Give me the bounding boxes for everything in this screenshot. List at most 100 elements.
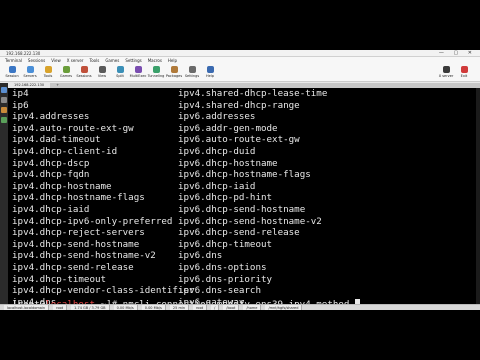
toolbar-label: Tools bbox=[43, 74, 53, 78]
toolbar-button-tunneling[interactable]: Tunneling bbox=[148, 64, 164, 82]
toolbar-button-tools[interactable]: Tools bbox=[40, 64, 56, 82]
completion-item: ipv6.dhcp-send-hostname-v2 bbox=[178, 215, 322, 227]
completion-item: ipv6.dhcp-send-release bbox=[178, 227, 300, 239]
toolbar-label: Packages bbox=[165, 74, 183, 78]
menu-macros[interactable]: Macros bbox=[148, 57, 162, 64]
exit-icon bbox=[460, 66, 468, 73]
window-controls[interactable]: — ▢ ✕ bbox=[439, 50, 476, 57]
toolbar-label: Tunneling bbox=[147, 74, 165, 78]
terminal-line: ipv4.auto-route-ext-gw ipv6.addr-gen-mode bbox=[12, 123, 472, 135]
xserver-icon bbox=[442, 66, 450, 73]
menu-xserver[interactable]: X server bbox=[67, 57, 84, 64]
completion-item: ipv4.shared-dhcp-lease-time bbox=[178, 88, 328, 99]
completion-item: ip4 bbox=[12, 88, 29, 99]
toolbar-button-servers[interactable]: Servers bbox=[22, 64, 38, 82]
terminal-app-window: 192.168.222.130 — ▢ ✕ Terminal Sessions … bbox=[0, 50, 480, 310]
terminal-line: ipv4.dhcp-ipv6-only-preferred ipv6.dhcp-s… bbox=[12, 216, 472, 228]
completion-item: ipv6.dhcp-iaid bbox=[178, 180, 256, 192]
status-item: 25 min bbox=[169, 305, 190, 310]
toolbar-label: Settings bbox=[184, 74, 200, 78]
terminal-output[interactable]: ip4 ipv4.shared-dhcp-lease-time ip6 ipv4.sh… bbox=[8, 88, 476, 310]
status-item: root bbox=[193, 305, 208, 310]
terminal-line: ip6 ipv4.shared-dhcp-range bbox=[12, 100, 472, 112]
sidebar-sessions-icon[interactable] bbox=[1, 87, 7, 93]
status-item: /home bbox=[243, 305, 262, 310]
view-icon bbox=[98, 66, 106, 73]
toolbar-button-sessions[interactable]: Sessions bbox=[76, 64, 92, 82]
toolbar-label: Session bbox=[5, 74, 19, 78]
completion-item: ipv4.dhcp-ipv6-only-preferred bbox=[12, 215, 173, 227]
terminal-scrollbar[interactable] bbox=[476, 88, 480, 304]
completion-item: ipv4.addresses bbox=[12, 111, 90, 123]
completion-item: ipv4.dhcp-dscp bbox=[12, 157, 90, 169]
status-item: root bbox=[53, 305, 68, 310]
terminal-line: ipv4.dhcp-hostname-flags ipv6.dhcp-pd-hin… bbox=[12, 192, 472, 204]
terminal-line: ipv4.dhcp-fqdn ipv6.dhcp-hostname-flags bbox=[12, 169, 472, 181]
status-item: 1.74 GB / 3.79 GB bbox=[71, 305, 110, 310]
status-bar: localhost.localdomain root 1.74 GB / 3.79 … bbox=[0, 304, 480, 310]
toolbar-right-button-exit[interactable]: Exit bbox=[456, 64, 472, 82]
toolbar-button-split[interactable]: Split bbox=[112, 64, 128, 82]
toolbar-label: Help bbox=[206, 74, 214, 78]
completion-item: ipv6.dhcp-pd-hint bbox=[178, 192, 273, 204]
completion-item: ipv4.dhcp-vendor-class-identifier bbox=[12, 285, 195, 297]
sessions-icon bbox=[80, 66, 88, 73]
completion-item: ipv6.auto-route-ext-gw bbox=[178, 134, 300, 146]
toolbar-button-help[interactable]: Help bbox=[202, 64, 218, 82]
sidebar-macros-icon[interactable] bbox=[1, 107, 7, 113]
completion-item: ipv4.dhcp-fqdn bbox=[12, 169, 90, 181]
menu-terminal[interactable]: Terminal bbox=[5, 57, 22, 64]
completion-item: ipv4.dhcp-send-release bbox=[12, 261, 134, 273]
menu-help[interactable]: Help bbox=[168, 57, 177, 64]
terminal-line: ipv4.dhcp-timeout ipv6.dns-priority bbox=[12, 274, 472, 286]
sidebar-sftp-icon[interactable] bbox=[1, 117, 7, 123]
status-item: 0.00 Mb/s bbox=[141, 305, 166, 310]
terminal-line: ip4 ipv4.shared-dhcp-lease-time bbox=[12, 88, 472, 100]
completion-item: ipv4.shared-dhcp-range bbox=[178, 99, 300, 111]
completion-item: ipv4.dhcp-send-hostname bbox=[12, 238, 140, 250]
sidebar-tools-icon[interactable] bbox=[1, 97, 7, 103]
terminal-line: ipv4.dhcp-vendor-class-identifier ipv6.dn… bbox=[12, 285, 472, 297]
completion-item: ipv6.dns-priority bbox=[178, 273, 273, 285]
completion-item: ipv4.dhcp-hostname bbox=[12, 180, 112, 192]
completion-item: ipv4.dhcp-reject-servers bbox=[12, 227, 145, 239]
menu-sessions[interactable]: Sessions bbox=[28, 57, 45, 64]
tunneling-icon bbox=[152, 66, 160, 73]
toolbar-right: X server Exit bbox=[438, 64, 474, 82]
window-title: 192.168.222.130 bbox=[6, 51, 41, 56]
terminal-line: ipv4.dhcp-reject-servers ipv6.dhcp-send-r… bbox=[12, 227, 472, 239]
terminal-line: ipv4.dhcp-send-hostname ipv6.dhcp-timeout bbox=[12, 239, 472, 251]
completion-item: ipv4.dhcp-hostname-flags bbox=[12, 192, 145, 204]
toolbar-button-session[interactable]: Session bbox=[4, 64, 20, 82]
completion-item: ipv6.addr-gen-mode bbox=[178, 122, 278, 134]
completion-item: ipv6.dns bbox=[178, 250, 223, 262]
status-item: /boot bbox=[223, 305, 240, 310]
status-item: localhost.localdomain bbox=[4, 305, 50, 310]
terminal-line: ipv4.dhcp-iaid ipv6.dhcp-send-hostname bbox=[12, 204, 472, 216]
status-item: / bbox=[211, 305, 220, 310]
video-frame: 192.168.222.130 — ▢ ✕ Terminal Sessions … bbox=[0, 50, 480, 310]
toolbar-right-button-x-server[interactable]: X server bbox=[438, 64, 454, 82]
toolbar-button-multiexec[interactable]: MultiExec bbox=[130, 64, 146, 82]
menu-tools[interactable]: Tools bbox=[89, 57, 99, 64]
terminal-line: ipv4.dhcp-hostname ipv6.dhcp-iaid bbox=[12, 181, 472, 193]
status-item: /mnt/hgfs/shared bbox=[265, 305, 303, 310]
split-icon bbox=[116, 66, 124, 73]
completion-item: ipv4.dhcp-client-id bbox=[12, 145, 118, 157]
toolbar-label: View bbox=[97, 74, 107, 78]
completion-item: ipv6.dns-options bbox=[178, 261, 267, 273]
menu-settings[interactable]: Settings bbox=[125, 57, 141, 64]
completion-item: ipv6.dns-search bbox=[178, 285, 261, 297]
toolbar-button-packages[interactable]: Packages bbox=[166, 64, 182, 82]
completion-list: ip4 ipv4.shared-dhcp-lease-time ip6 ipv4.sh… bbox=[12, 88, 472, 310]
toolbar-button-games[interactable]: Games bbox=[58, 64, 74, 82]
completion-item: ipv6.dhcp-hostname bbox=[178, 157, 278, 169]
completion-item: ipv4.dhcp-send-hostname-v2 bbox=[12, 250, 156, 262]
menu-view[interactable]: View bbox=[51, 57, 61, 64]
menu-games[interactable]: Games bbox=[105, 57, 119, 64]
completion-item: ipv6.dhcp-duid bbox=[178, 145, 256, 157]
toolbar-label: Sessions bbox=[76, 74, 92, 78]
toolbar-button-view[interactable]: View bbox=[94, 64, 110, 82]
toolbar-button-settings[interactable]: Settings bbox=[184, 64, 200, 82]
completion-item: ipv6.dhcp-hostname-flags bbox=[178, 169, 311, 181]
